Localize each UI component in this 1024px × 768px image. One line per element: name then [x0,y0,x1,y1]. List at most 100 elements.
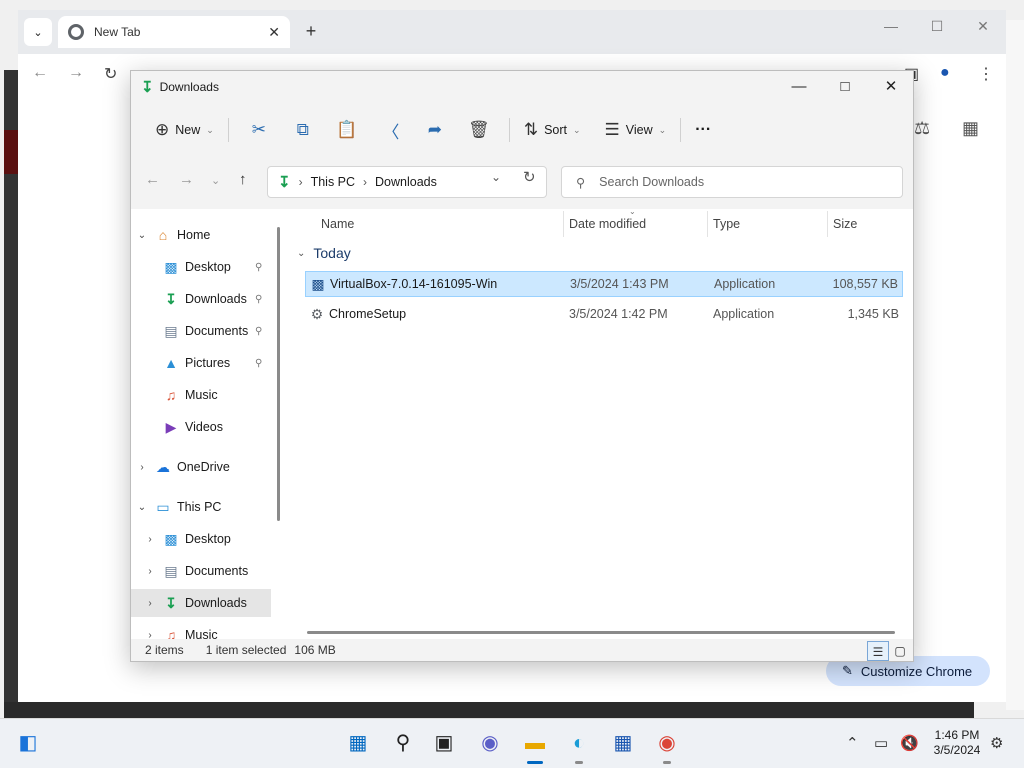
running-app-indicator [663,761,671,764]
breadcrumb-this-pc[interactable]: This PC [311,175,355,189]
chrome-reload-icon[interactable]: ↻ [104,64,117,84]
column-header-size[interactable]: Size [833,209,857,239]
file-row[interactable]: ▩ VirtualBox-7.0.14-161095-Win 3/5/2024 … [305,271,903,297]
network-icon[interactable]: ▭ [874,734,888,752]
address-history-chevron-icon[interactable]: ⌄ [491,170,501,184]
widgets-icon[interactable]: ◧ [14,730,42,756]
store-icon[interactable]: ▦ [609,730,637,756]
expand-chevron-down-icon[interactable]: ⌄ [131,230,153,241]
paste-icon[interactable]: 📋 [325,120,369,140]
column-header-name[interactable]: Name [321,209,354,239]
cut-icon[interactable]: ✂ [237,120,281,140]
search-icon[interactable]: ⚲ [389,730,417,756]
refresh-icon[interactable]: ↻ [523,168,536,186]
new-tab-button[interactable]: + [300,20,322,42]
chrome-tab-new-tab[interactable]: New Tab ✕ [58,16,290,48]
forward-arrow-icon[interactable]: → [179,171,194,188]
nav-item-pc-desktop[interactable]: › ▩ Desktop [131,525,271,553]
tiles-view-icon[interactable]: ▢ [889,641,911,661]
expand-chevron-down-icon[interactable]: ⌄ [131,502,153,513]
documents-icon: ▤ [164,562,178,579]
nav-item-pc-music[interactable]: › ♫ Music [131,621,271,639]
teams-chat-icon[interactable]: ◉ [476,730,504,756]
nav-item-pc-downloads[interactable]: › ↧ Downloads [131,589,271,617]
file-name: VirtualBox-7.0.14-161095-Win [330,277,498,291]
nav-item-music[interactable]: ♫ Music [131,381,271,409]
details-view-icon[interactable]: ☰ [867,641,889,661]
rename-icon[interactable]: 〈 [369,118,413,143]
breadcrumb-chevron-icon: › [298,175,303,189]
background-window-bottom [4,702,974,718]
nav-item-videos[interactable]: ▶ Videos [131,413,271,441]
chrome-forward-icon[interactable]: → [68,64,84,82]
chrome-profile-icon[interactable]: ● [940,64,950,82]
more-options-button[interactable]: ··· [689,114,717,146]
notifications-icon[interactable]: ⚙ [990,734,1003,752]
show-hidden-icons-chevron-icon[interactable]: ⌃ [846,734,859,752]
system-clock[interactable]: 1:46 PM 3/5/2024 [922,728,992,758]
tab-search-chevron-icon[interactable]: ⌄ [24,18,52,46]
nav-label: Documents [185,564,249,578]
nav-label: Documents [185,324,249,338]
volume-muted-icon[interactable]: 🔇 [900,734,919,752]
close-button[interactable]: ✕ [869,75,913,99]
edge-browser-icon[interactable]: ◐ [565,730,593,756]
expand-chevron-right-icon[interactable]: › [139,534,161,545]
expand-chevron-right-icon[interactable]: › [131,462,153,473]
column-divider[interactable] [563,211,564,237]
chrome-menu-icon[interactable]: ⋮ [978,64,994,84]
minimize-button[interactable]: — [777,75,821,99]
command-divider [508,118,510,142]
column-header-date[interactable]: Date modified [569,209,646,239]
expand-chevron-right-icon[interactable]: › [139,598,161,609]
chevron-down-icon: ⌄ [206,124,214,135]
new-button[interactable]: ⊕ New ⌄ [149,114,220,146]
horizontal-scrollbar[interactable] [307,631,895,634]
delete-icon[interactable]: 🗑 [457,120,501,140]
expand-chevron-right-icon[interactable]: › [139,630,161,640]
column-header-type[interactable]: Type [713,209,740,239]
downloads-icon: ↧ [165,594,177,611]
apps-grid-icon[interactable]: ▦ [962,118,979,139]
chrome-close-icon[interactable]: ✕ [968,18,998,35]
view-button[interactable]: ☰ View ⌄ [599,114,673,146]
chrome-back-icon[interactable]: ← [32,64,48,82]
copy-icon[interactable]: ⧉ [281,120,325,140]
column-divider[interactable] [827,211,828,237]
labs-flask-icon[interactable]: ⚖ [914,118,930,139]
up-arrow-icon[interactable]: ↑ [239,171,247,188]
maximize-button[interactable]: □ [823,75,867,99]
music-icon: ♫ [165,387,177,403]
chrome-maximize-icon[interactable]: ☐ [922,18,952,35]
breadcrumb-downloads[interactable]: Downloads [375,175,437,189]
file-explorer-icon[interactable]: ▬ [521,730,549,756]
navigation-scrollbar[interactable] [277,227,280,521]
nav-label: Downloads [185,596,247,610]
file-row[interactable]: ⚙ ChromeSetup 3/5/2024 1:42 PM Applicati… [305,301,903,327]
recent-locations-chevron-icon[interactable]: ⌄ [211,174,220,187]
close-tab-icon[interactable]: ✕ [268,24,280,41]
nav-item-home[interactable]: ⌄ ⌂ Home [131,221,271,249]
address-row: ← → ⌄ ↑ ↧ › This PC › Downloads ⌄ ↻ ⚲ Se… [131,163,913,201]
sort-button[interactable]: ⇅ Sort ⌄ [518,114,587,146]
expand-chevron-right-icon[interactable]: › [139,566,161,577]
nav-item-this-pc[interactable]: ⌄ ▭ This PC [131,493,271,521]
share-icon[interactable]: ➦ [413,120,457,140]
task-view-icon[interactable]: ▣ [430,730,458,756]
nav-item-documents[interactable]: ▤ Documents ⚲ [131,317,271,345]
column-divider[interactable] [707,211,708,237]
file-list: Name ⌄ Date modified Type Size ⌄ Today ▩… [291,207,913,639]
chrome-browser-icon[interactable]: ◉ [653,730,681,756]
nav-item-desktop[interactable]: ▩ Desktop ⚲ [131,253,271,281]
file-size: 108,557 KB [832,277,898,291]
nav-item-downloads[interactable]: ↧ Downloads ⚲ [131,285,271,313]
nav-item-pc-documents[interactable]: › ▤ Documents [131,557,271,585]
back-arrow-icon[interactable]: ← [145,171,160,188]
address-bar[interactable]: ↧ › This PC › Downloads [267,166,547,198]
start-windows-icon[interactable]: ▦ [344,730,372,756]
chrome-minimize-icon[interactable]: — [876,18,906,34]
group-header-today[interactable]: ⌄ Today [297,245,351,261]
nav-item-onedrive[interactable]: › ☁ OneDrive [131,453,271,481]
nav-item-pictures[interactable]: ▲ Pictures ⚲ [131,349,271,377]
search-input[interactable]: ⚲ Search Downloads [561,166,903,198]
